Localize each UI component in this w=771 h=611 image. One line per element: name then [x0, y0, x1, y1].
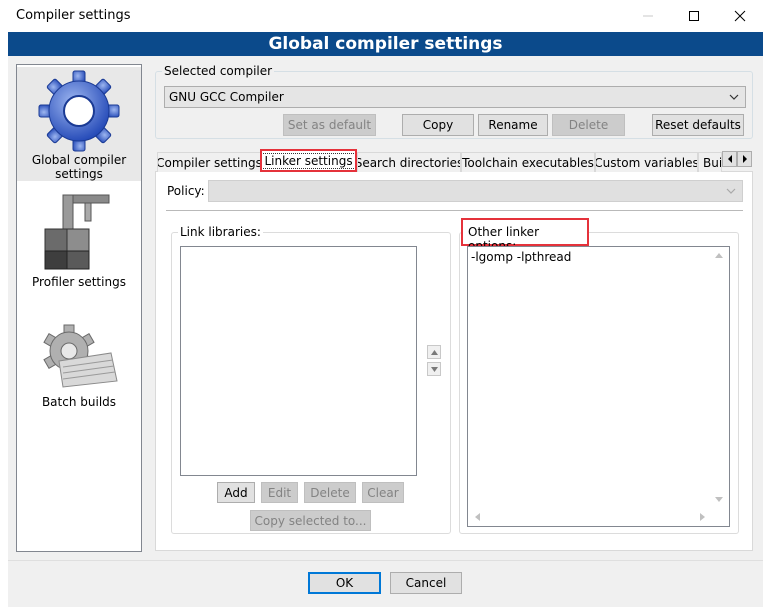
rename-compiler-button[interactable]: Rename	[478, 114, 548, 136]
policy-label: Policy:	[167, 184, 205, 198]
sidebar-item-label: Batch builds	[41, 395, 117, 409]
chevron-down-icon	[729, 94, 739, 100]
tab-scroll-right-button[interactable]	[737, 151, 752, 167]
ok-button[interactable]: OK	[308, 572, 381, 594]
link-libraries-list[interactable]	[180, 246, 417, 476]
scroll-left-icon[interactable]	[474, 513, 480, 521]
other-linker-options-text: -lgomp -lpthread	[471, 250, 572, 264]
policy-divider	[166, 210, 743, 211]
arrow-up-icon	[430, 349, 438, 355]
set-as-default-button[interactable]: Set as default	[283, 114, 376, 136]
gear-icon	[38, 70, 120, 152]
copy-compiler-button[interactable]: Copy	[402, 114, 474, 136]
link-libraries-legend: Link libraries:	[178, 225, 263, 239]
dialog-header: Global compiler settings	[8, 32, 763, 56]
chevron-left-icon	[727, 155, 732, 163]
other-linker-options-textarea[interactable]: -lgomp -lpthread	[467, 246, 730, 527]
maximize-button[interactable]	[671, 0, 717, 32]
other-linker-options-highlight: Other linker options:	[461, 218, 589, 253]
minimize-button[interactable]	[625, 0, 671, 32]
copy-selected-to-button[interactable]: Copy selected to...	[250, 510, 371, 531]
sidebar-item-label: Global compiler settings	[31, 153, 127, 181]
settings-sidebar: Global compiler settings Profiler settin…	[16, 64, 142, 552]
delete-library-button[interactable]: Delete	[304, 482, 356, 503]
minimize-icon	[643, 15, 653, 17]
close-button[interactable]	[717, 0, 763, 32]
delete-compiler-button[interactable]: Delete	[552, 114, 625, 136]
reset-defaults-button[interactable]: Reset defaults	[652, 114, 744, 136]
sidebar-item-batch-builds[interactable]: Batch builds	[17, 323, 141, 415]
caliper-icon	[44, 194, 110, 270]
policy-select[interactable]	[208, 180, 743, 202]
add-library-button[interactable]: Add	[217, 482, 255, 503]
footer-separator	[8, 560, 763, 561]
tab-linker-settings[interactable]: Linker settings	[260, 149, 357, 172]
chevron-right-icon	[742, 155, 747, 163]
compiler-select-value: GNU GCC Compiler	[169, 90, 284, 104]
clear-libraries-button[interactable]: Clear	[362, 482, 404, 503]
compiler-select[interactable]: GNU GCC Compiler	[164, 86, 746, 108]
tab-scroll-left-button[interactable]	[722, 151, 737, 167]
tab-build-options[interactable]: Bui	[698, 152, 722, 172]
scroll-down-icon[interactable]	[715, 497, 723, 503]
window-title: Compiler settings	[16, 8, 131, 23]
cancel-button[interactable]: Cancel	[390, 572, 462, 594]
tab-search-directories[interactable]: Search directories	[357, 152, 461, 172]
close-icon	[734, 10, 746, 22]
scroll-right-icon[interactable]	[700, 513, 706, 521]
tab-toolchain-executables[interactable]: Toolchain executables	[461, 152, 595, 172]
maximize-icon	[689, 11, 699, 21]
scroll-up-icon[interactable]	[715, 252, 723, 258]
gear-stack-icon	[43, 324, 118, 388]
tab-custom-variables[interactable]: Custom variables	[595, 152, 698, 172]
tab-linker-settings-label: Linker settings	[262, 152, 355, 169]
selected-compiler-legend: Selected compiler	[162, 64, 275, 78]
arrow-down-icon	[430, 366, 438, 372]
move-down-button[interactable]	[427, 362, 441, 376]
edit-library-button[interactable]: Edit	[261, 482, 298, 503]
sidebar-item-profiler[interactable]: Profiler settings	[17, 191, 141, 291]
chevron-down-icon	[726, 188, 736, 194]
sidebar-item-label: Profiler settings	[32, 275, 126, 289]
tab-compiler-settings[interactable]: Compiler settings	[157, 152, 261, 172]
sidebar-item-global-compiler[interactable]: Global compiler settings	[17, 67, 141, 181]
title-bar: Compiler settings	[0, 0, 771, 32]
move-up-button[interactable]	[427, 345, 441, 359]
